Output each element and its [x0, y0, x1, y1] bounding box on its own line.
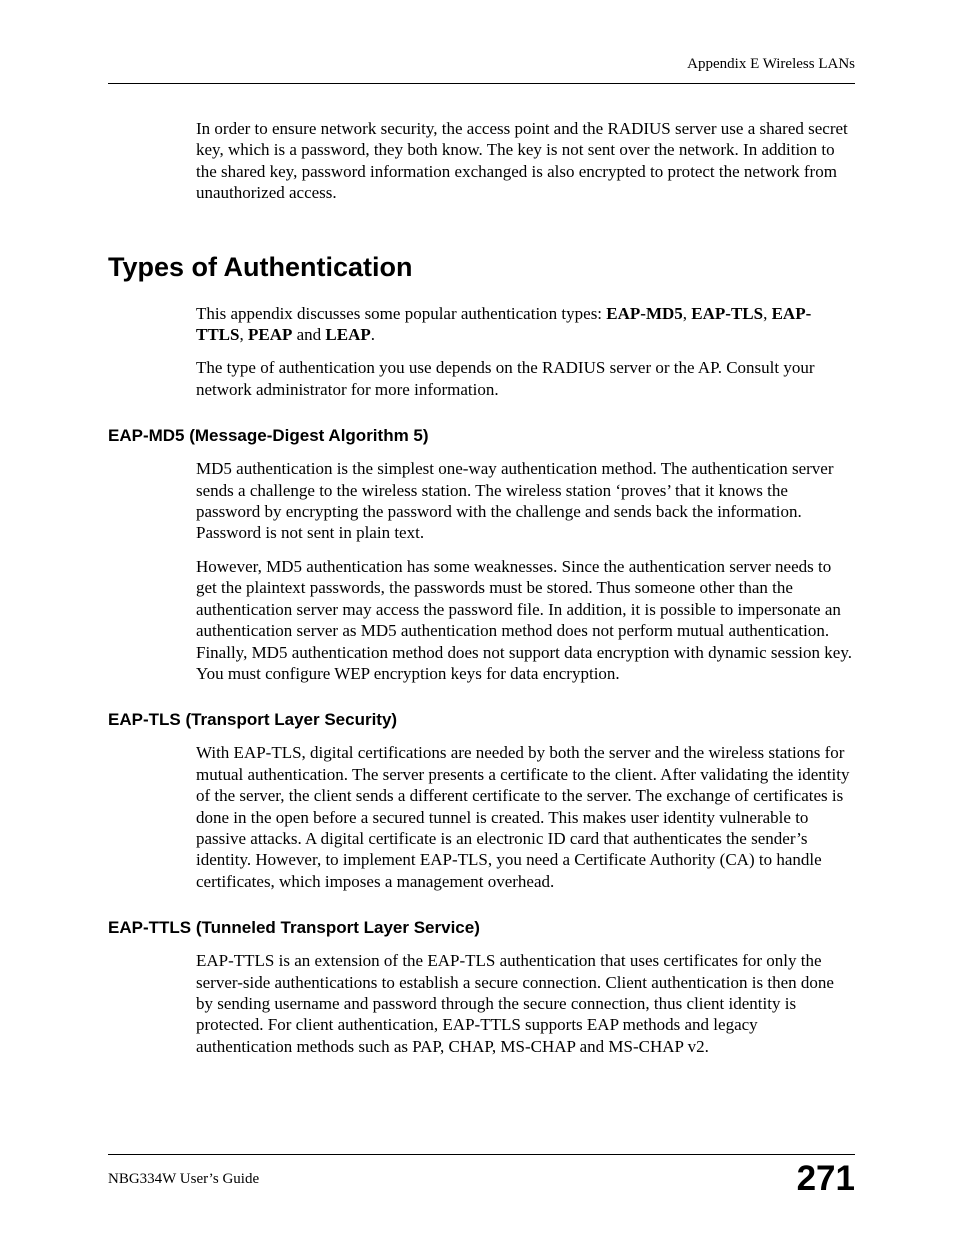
sep: ,	[239, 325, 248, 344]
header-appendix-label: Appendix E Wireless LANs	[108, 56, 855, 73]
section-body: This appendix discusses some popular aut…	[196, 303, 855, 401]
bold-eap-tls: EAP-TLS	[691, 304, 763, 323]
footer-row: NBG334W User’s Guide 271	[108, 1159, 855, 1199]
footer-guide-label: NBG334W User’s Guide	[108, 1171, 259, 1188]
sep: ,	[763, 304, 772, 323]
para-text: This appendix discusses some popular aut…	[196, 304, 606, 323]
section-title-types-of-authentication: Types of Authentication	[108, 252, 855, 283]
sub1-paragraph-2: However, MD5 authentication has some wea…	[196, 556, 855, 684]
bold-peap: PEAP	[248, 325, 292, 344]
sub1-body: MD5 authentication is the simplest one-w…	[196, 458, 855, 684]
intro-paragraph: In order to ensure network security, the…	[196, 118, 855, 204]
sep: and	[292, 325, 325, 344]
bold-leap: LEAP	[325, 325, 370, 344]
sep: ,	[683, 304, 692, 323]
sub2-paragraph-1: With EAP-TLS, digital certifications are…	[196, 742, 855, 892]
sub3-body: EAP-TTLS is an extension of the EAP-TLS …	[196, 950, 855, 1057]
bold-eap-md5: EAP-MD5	[606, 304, 682, 323]
sep: .	[371, 325, 375, 344]
subsection-title-eap-ttls: EAP-TTLS (Tunneled Transport Layer Servi…	[108, 918, 855, 938]
header-rule	[108, 83, 855, 84]
sub3-paragraph-1: EAP-TTLS is an extension of the EAP-TLS …	[196, 950, 855, 1057]
page-content: Appendix E Wireless LANs In order to ens…	[0, 0, 954, 1057]
subsection-title-eap-tls: EAP-TLS (Transport Layer Security)	[108, 710, 855, 730]
footer-rule	[108, 1154, 855, 1155]
section-paragraph-2: The type of authentication you use depen…	[196, 357, 855, 400]
subsection-title-eap-md5: EAP-MD5 (Message-Digest Algorithm 5)	[108, 426, 855, 446]
intro-block: In order to ensure network security, the…	[196, 118, 855, 204]
section-paragraph-1: This appendix discusses some popular aut…	[196, 303, 855, 346]
sub2-body: With EAP-TLS, digital certifications are…	[196, 742, 855, 892]
footer-page-number: 271	[797, 1159, 855, 1199]
sub1-paragraph-1: MD5 authentication is the simplest one-w…	[196, 458, 855, 544]
page-footer: NBG334W User’s Guide 271	[108, 1154, 855, 1199]
